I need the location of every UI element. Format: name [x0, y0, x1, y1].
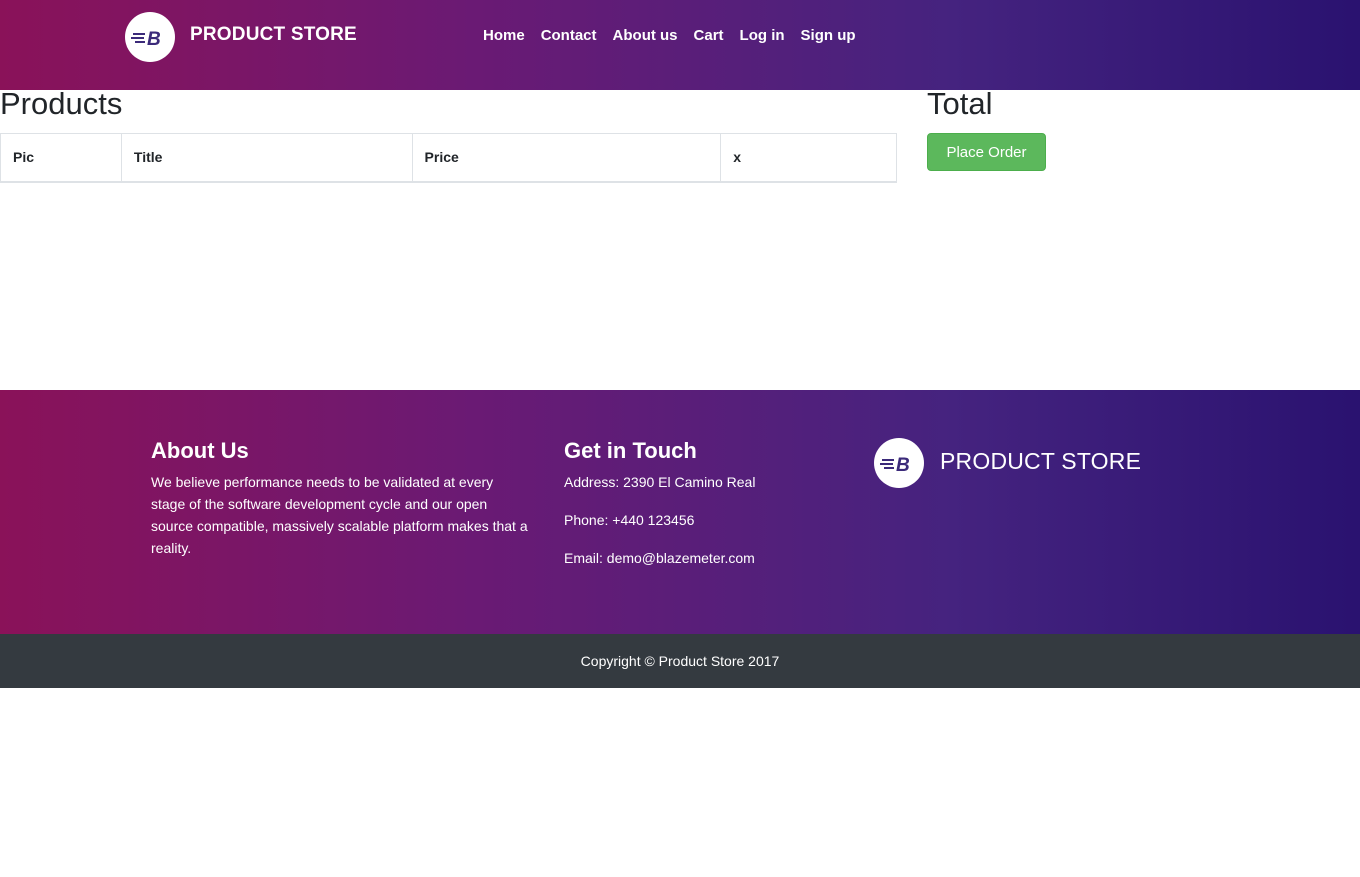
copyright-text: Copyright © Product Store 2017 [580, 653, 780, 669]
footer-logo-icon: B [874, 438, 924, 488]
contact-address: Address: 2390 El Camino Real [564, 474, 756, 490]
nav-login-link[interactable]: Log in [732, 27, 793, 44]
nav-contact-link[interactable]: Contact [533, 27, 605, 44]
contact-email: Email: demo@blazemeter.com [564, 550, 755, 566]
blazemeter-logo-icon[interactable]: B [125, 12, 175, 62]
nav-signup-link[interactable]: Sign up [793, 27, 864, 44]
about-us-text: We believe performance needs to be valid… [151, 474, 528, 556]
column-header-delete: x [720, 133, 897, 183]
nav-home-link[interactable]: Home [475, 27, 533, 44]
brand-name[interactable]: PRODUCT STORE [190, 24, 357, 46]
copyright-bar: Copyright © Product Store 2017 [0, 634, 1360, 688]
about-us-title: About Us [151, 438, 249, 463]
column-header-price: Price [411, 133, 722, 183]
place-order-button[interactable]: Place Order [927, 133, 1046, 171]
products-heading: Products [0, 86, 123, 121]
total-heading: Total [927, 86, 993, 121]
navbar: B PRODUCT STORE Home Contact About us Ca… [0, 0, 1360, 90]
nav-cart-link[interactable]: Cart [686, 27, 732, 44]
contact-phone: Phone: +440 123456 [564, 512, 695, 528]
table-header-row: Pic Title Price x [0, 133, 897, 183]
cart-table: Pic Title Price x [0, 133, 897, 183]
svg-text:B: B [147, 29, 161, 48]
blazemeter-b-icon: B [131, 29, 161, 48]
svg-text:B: B [896, 455, 910, 474]
footer-brand-name: PRODUCT STORE [940, 448, 1142, 474]
column-header-title: Title [120, 133, 413, 183]
blazemeter-b-icon: B [880, 455, 910, 474]
column-header-pic: Pic [0, 133, 122, 183]
footer: About Us We believe performance needs to… [0, 390, 1360, 634]
nav-about-link[interactable]: About us [605, 27, 686, 44]
nav-links: Home Contact About us Cart Log in Sign u… [475, 27, 864, 44]
get-in-touch-title: Get in Touch [564, 438, 697, 463]
